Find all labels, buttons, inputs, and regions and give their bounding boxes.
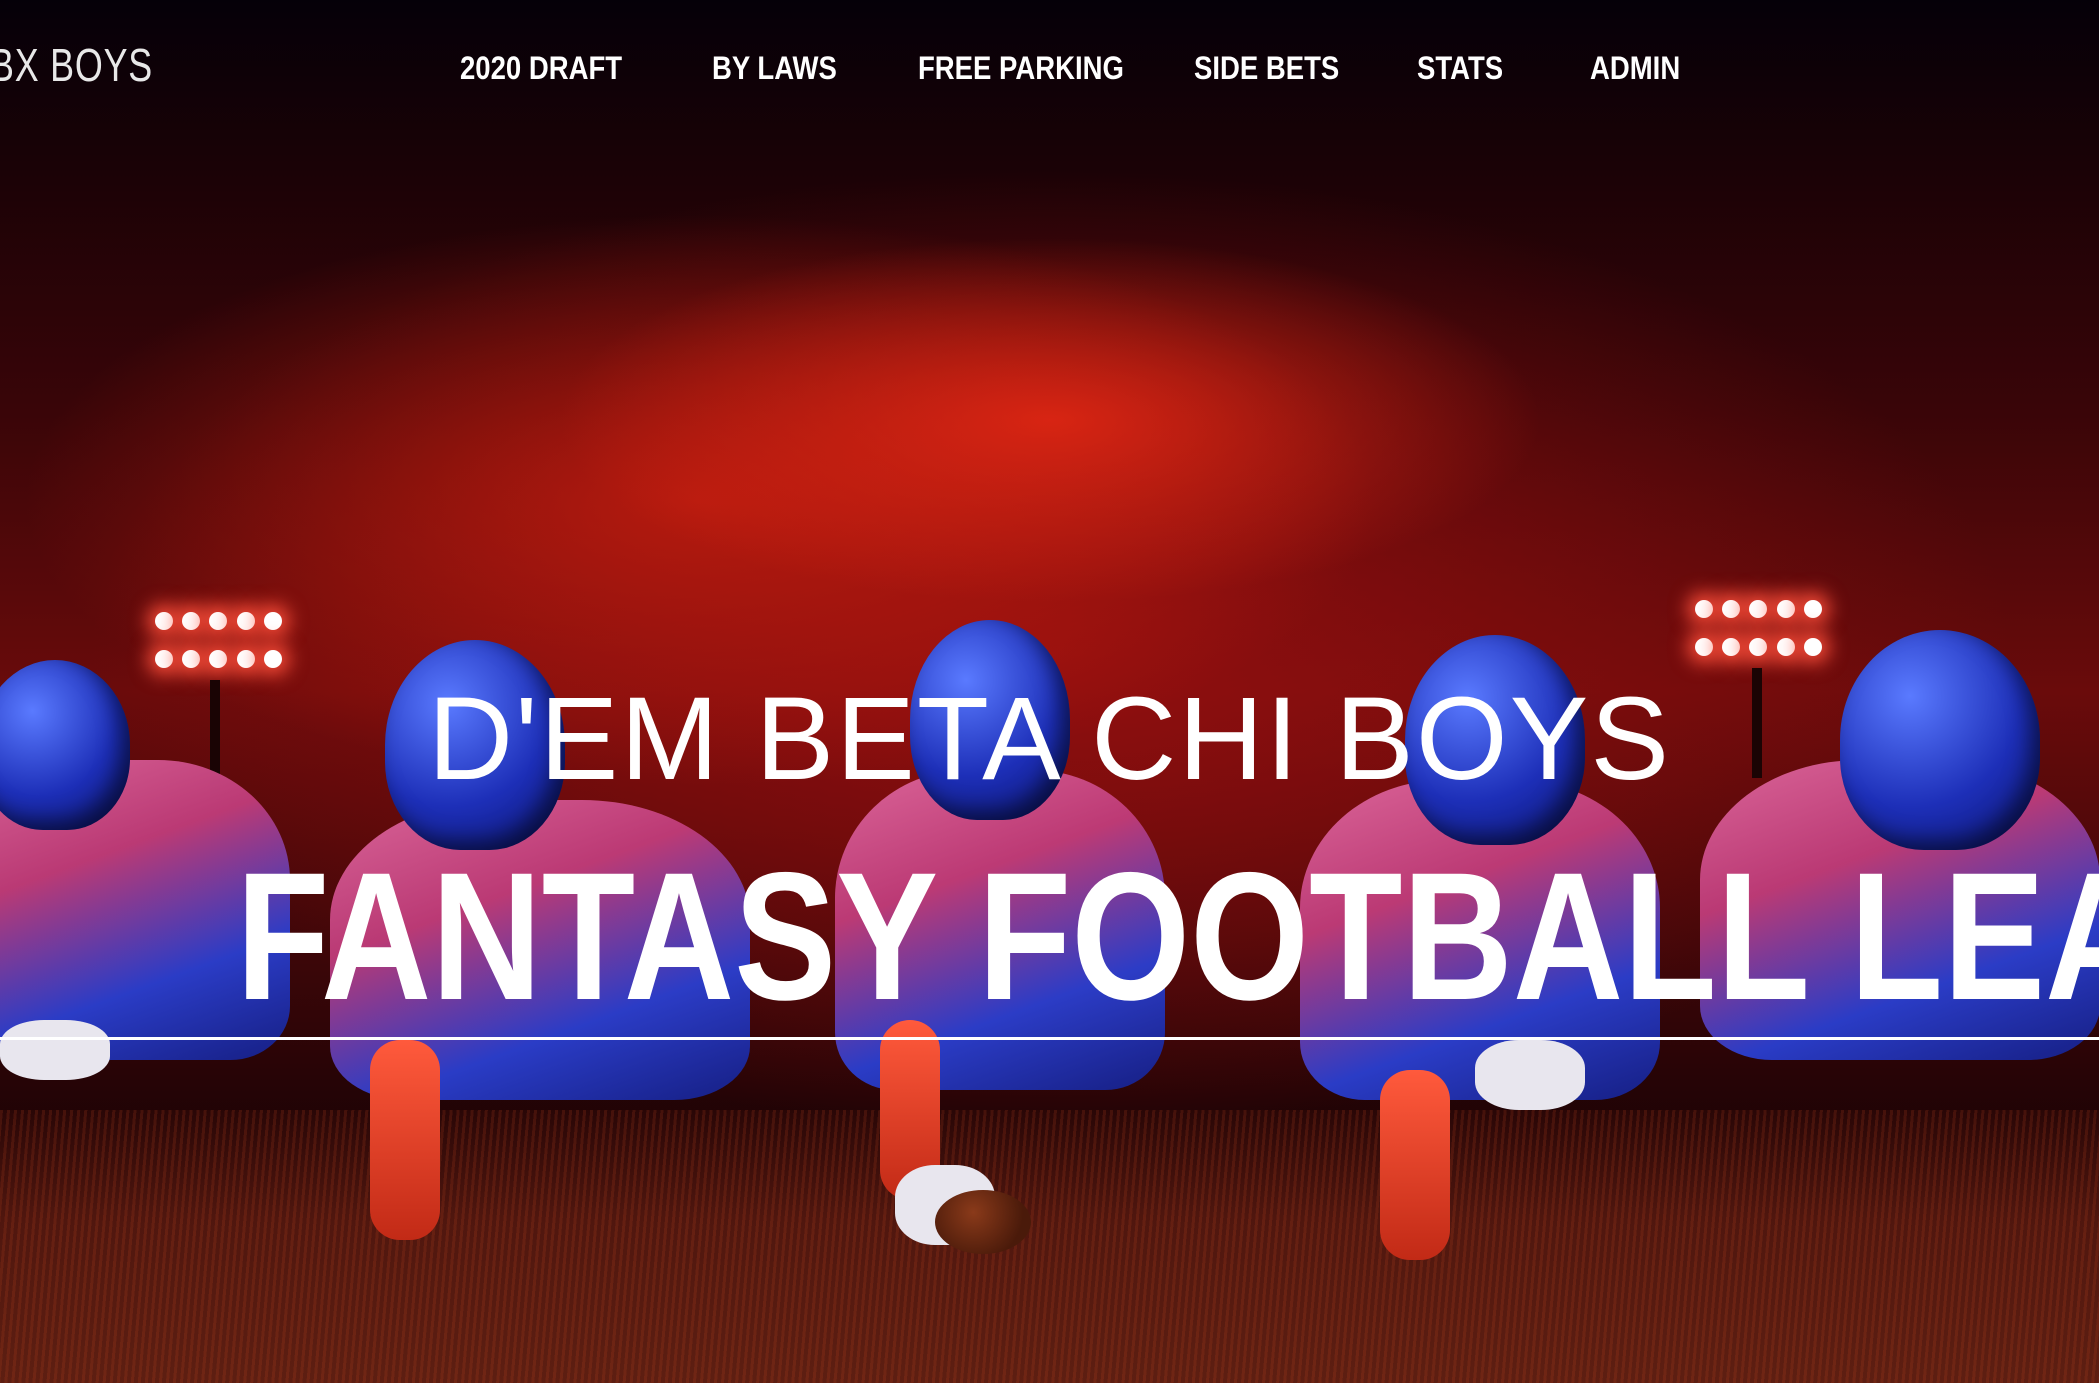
hero-divider xyxy=(0,1037,2099,1040)
nav-item-side-bets[interactable]: SIDE BETS xyxy=(1194,50,1339,87)
nav-item-admin[interactable]: ADMIN xyxy=(1590,50,1680,87)
stadium-lights-left xyxy=(155,612,285,682)
site-logo[interactable]: BX BOYS xyxy=(0,38,153,92)
football xyxy=(935,1190,1031,1254)
hero-subtitle: D'EM BETA CHI BOYS xyxy=(427,673,1672,805)
nav-item-free-parking[interactable]: FREE PARKING xyxy=(918,50,1124,87)
nav-item-by-laws[interactable]: BY LAWS xyxy=(712,50,837,87)
page: BX BOYS 2020 DRAFT BY LAWS FREE PARKING … xyxy=(0,0,2099,1383)
nav-item-stats[interactable]: STATS xyxy=(1417,50,1503,87)
hero-title: FANTASY FOOTBALL LEAGUE xyxy=(236,834,2099,1038)
site-header: BX BOYS 2020 DRAFT BY LAWS FREE PARKING … xyxy=(0,0,2099,140)
nav-item-2020-draft[interactable]: 2020 DRAFT xyxy=(460,50,622,87)
stadium-lights-right xyxy=(1695,600,1825,670)
field-grass xyxy=(0,1110,2099,1383)
